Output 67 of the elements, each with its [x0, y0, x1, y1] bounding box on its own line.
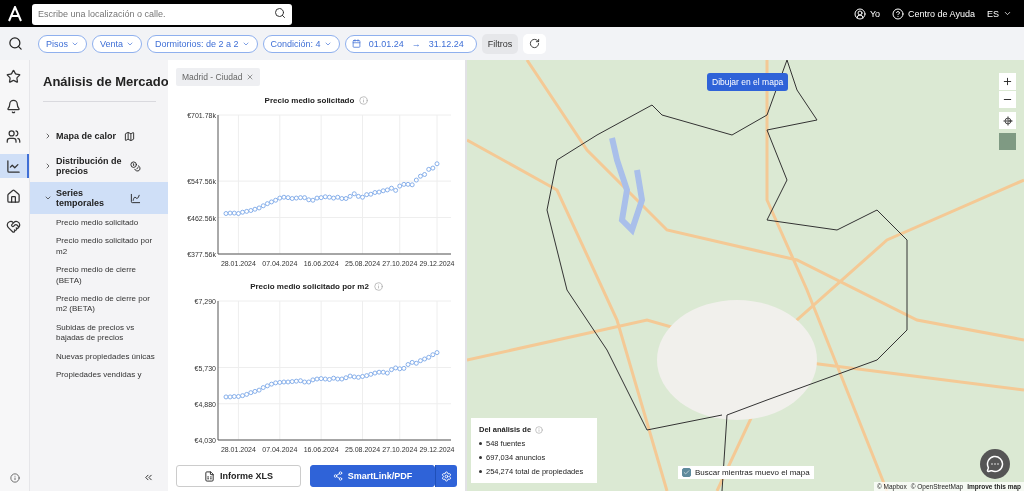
chevron-right-icon — [44, 132, 52, 140]
location-tag[interactable]: Madrid - Ciudad — [176, 68, 261, 86]
sidebar-section[interactable]: Series temporales — [30, 182, 168, 214]
chart-title: Precio medio solicitado — [264, 96, 355, 105]
sidebar-item[interactable]: Precio medio solicitado — [30, 214, 168, 233]
users-icon — [6, 128, 21, 144]
share-icon — [332, 471, 343, 481]
bullet-dot — [479, 442, 482, 445]
filters-button[interactable]: Filtros — [481, 33, 519, 54]
draw-on-map-button[interactable]: Dibujar en el mapa — [707, 73, 789, 91]
sidebar-item[interactable]: Precio medio de cierre por m2 (BETA) — [30, 289, 168, 319]
help-link[interactable]: Centro de Ayuda — [892, 7, 975, 20]
map-icon — [124, 130, 136, 142]
sidebar-title: Análisis de Mercado — [43, 74, 168, 89]
sidebar-section[interactable]: Distribución de precios — [30, 150, 168, 182]
locate-button[interactable] — [999, 112, 1016, 129]
zoom-in-button[interactable] — [999, 73, 1016, 90]
search-on-move-checkbox[interactable]: Buscar mientras muevo el mapa — [678, 466, 814, 479]
refresh-icon — [529, 38, 541, 49]
check-icon — [683, 469, 690, 476]
heart-handshake-icon — [6, 218, 21, 234]
bell-icon — [6, 98, 21, 114]
filter-chip[interactable]: Condición: 4 — [262, 34, 340, 53]
chevron-right-icon — [44, 162, 52, 170]
checkbox[interactable] — [682, 468, 691, 477]
sidebar-item[interactable]: Precio medio de cierre (BETA) — [30, 261, 168, 290]
settings-icon — [441, 470, 452, 482]
smartlink-button[interactable]: SmartLink/PDF — [310, 465, 435, 487]
filter-chip[interactable]: Venta — [92, 34, 143, 53]
help-icon — [892, 7, 905, 20]
caret-icon — [1003, 9, 1012, 18]
star-icon — [6, 68, 21, 84]
export-button[interactable]: Informe XLS — [176, 465, 301, 487]
coins-icon — [130, 160, 141, 172]
line-chart-icon — [6, 158, 21, 174]
house-icon — [6, 188, 21, 204]
bullet-dot — [479, 470, 482, 473]
spreadsheet-icon — [204, 470, 215, 482]
sidebar-item[interactable]: Subidas de precios vs bajadas de precios — [30, 318, 168, 348]
search-icon[interactable] — [274, 7, 286, 19]
info-icon[interactable] — [9, 473, 20, 483]
settings-button[interactable] — [435, 465, 457, 487]
search-icon[interactable] — [8, 36, 23, 51]
sidebar-item[interactable]: Nuevas propiedades únicas — [30, 347, 168, 366]
date-range-chip[interactable]: 01.01.24 → 31.12.24 — [344, 34, 477, 53]
language-select[interactable]: ES — [987, 8, 1012, 19]
bullet-dot — [479, 456, 482, 459]
logo-icon[interactable] — [8, 5, 22, 22]
calendar-icon — [351, 39, 361, 48]
chart-title: Precio medio solicitado por m2 — [250, 282, 369, 291]
chart-icon — [130, 192, 141, 204]
user-icon — [853, 7, 866, 20]
plus-icon — [1002, 76, 1013, 87]
collapse-icon[interactable] — [143, 472, 154, 483]
zoom-out-button[interactable] — [999, 91, 1016, 108]
close-icon — [246, 73, 255, 81]
filter-chip[interactable]: Dormitorios: de 2 a 2 — [147, 34, 258, 53]
search-field[interactable]: Escribe una localización o calle. — [32, 3, 292, 25]
chevron-down-icon — [44, 194, 52, 202]
chat-icon — [986, 455, 1004, 473]
sidebar-item[interactable]: Precio medio solicitado por m2 — [30, 232, 168, 262]
locate-icon — [1002, 115, 1013, 126]
filter-chip[interactable]: Pisos — [38, 34, 87, 53]
sidebar-item[interactable]: Propiedades vendidas y — [30, 365, 168, 385]
refresh-button[interactable] — [523, 33, 547, 54]
user-link[interactable]: Yo — [853, 7, 881, 20]
sidebar-section[interactable]: Mapa de calor — [30, 122, 168, 150]
